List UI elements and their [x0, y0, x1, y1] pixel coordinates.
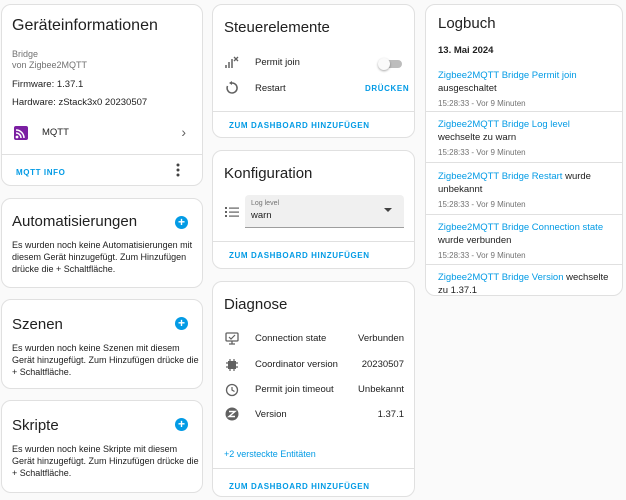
add-automation-button[interactable]: +	[175, 216, 188, 229]
hidden-entities-link[interactable]: +2 versteckte Entitäten	[224, 449, 316, 459]
zigbee-icon	[225, 407, 239, 421]
mqtt-integration-row[interactable]: MQTT ›	[2, 121, 202, 145]
format-list-icon	[225, 207, 239, 217]
diag-row-value: Unbekannt	[358, 384, 404, 395]
logbook-entry-text: ausgeschaltet	[438, 83, 497, 94]
diagnostics-add-to-dashboard-button[interactable]: ZUM DASHBOARD HINZUFÜGEN	[229, 482, 370, 491]
permit-join-toggle[interactable]	[378, 58, 402, 70]
logbook-title: Logbuch	[438, 15, 496, 32]
configuration-title: Konfiguration	[224, 165, 313, 182]
automations-card: Automatisierungen + Es wurden noch keine…	[1, 198, 203, 288]
mqtt-icon	[14, 126, 28, 140]
logbook-entity-link[interactable]: Zigbee2MQTT Bridge Log level	[438, 119, 570, 130]
device-hardware: Hardware: zStack3x0 20230507	[12, 97, 148, 108]
diag-row-value: 20230507	[361, 359, 404, 370]
permit-join-icon	[225, 56, 239, 68]
scenes-title: Szenen	[12, 316, 63, 333]
controls-title: Steuerelemente	[224, 19, 330, 36]
mqtt-info-button[interactable]: MQTT INFO	[16, 168, 65, 177]
automations-empty-text: Es wurden noch keine Automatisierungen m…	[12, 240, 193, 274]
add-scene-button[interactable]: +	[175, 317, 188, 330]
diag-row-value: 1.37.1	[377, 409, 404, 420]
divider	[213, 111, 414, 112]
device-info-title: Geräteinformationen	[12, 17, 158, 34]
log-level-value: warn	[251, 210, 272, 221]
automations-title: Automatisierungen	[12, 213, 138, 230]
logbook-entry-text: wechselte zu warn	[438, 132, 517, 143]
log-level-caption: Log level	[251, 200, 280, 207]
controls-card: Steuerelemente Permit join Restart DRÜCK…	[212, 4, 415, 138]
scripts-empty-text: Es wurden noch keine Skripte mit diesem …	[12, 444, 199, 478]
diag-row-label: Connection state	[255, 333, 327, 344]
add-script-button[interactable]: +	[175, 418, 188, 431]
chevron-right-icon: ›	[181, 124, 186, 140]
scenes-empty-text: Es wurden noch keine Szenen mit diesem G…	[12, 343, 199, 377]
logbook-entry: Zigbee2MQTT Bridge Connection state wurd…	[438, 221, 614, 262]
diag-row-label: Version	[255, 409, 287, 420]
dropdown-arrow-icon	[384, 208, 392, 212]
diag-row-label: Permit join timeout	[255, 384, 334, 395]
timer-icon	[225, 383, 239, 397]
logbook-entry-time: 15:28:33 - Vor 9 Minuten	[438, 148, 526, 157]
log-level-select[interactable]: Log level warn	[245, 195, 404, 228]
divider	[2, 154, 202, 155]
device-info-card: Geräteinformationen Bridge von Zigbee2MQ…	[1, 4, 203, 186]
divider	[426, 264, 622, 265]
controls-add-to-dashboard-button[interactable]: ZUM DASHBOARD HINZUFÜGEN	[229, 121, 370, 130]
logbook-entry-time: 15:28:33 - Vor 9 Minuten	[438, 200, 526, 209]
device-manufacturer: von Zigbee2MQTT	[12, 60, 88, 70]
scripts-title: Skripte	[12, 417, 59, 434]
divider	[213, 468, 414, 469]
restart-icon	[226, 81, 238, 94]
divider	[213, 241, 414, 242]
logbook-entry: Zigbee2MQTT Bridge Permit join ausgescha…	[438, 69, 614, 110]
scenes-card: Szenen + Es wurden noch keine Szenen mit…	[1, 299, 203, 389]
divider	[426, 214, 622, 215]
logbook-entry: Zigbee2MQTT Bridge Restart wurde unbekan…	[438, 170, 614, 211]
logbook-entity-link[interactable]: Zigbee2MQTT Bridge Restart	[438, 171, 562, 182]
logbook-entity-link[interactable]: Zigbee2MQTT Bridge Permit join	[438, 70, 577, 81]
logbook-entry-text: wurde verbunden	[438, 235, 512, 246]
mqtt-integration-label: MQTT	[42, 127, 69, 138]
logbook-entity-link[interactable]: Zigbee2MQTT Bridge Connection state	[438, 222, 603, 233]
logbook-entity-link[interactable]: Zigbee2MQTT Bridge Version	[438, 272, 564, 283]
divider	[426, 162, 622, 163]
logbook-date: 13. Mai 2024	[438, 45, 494, 56]
configuration-card: Konfiguration Log level warn ZUM DASHBOA…	[212, 150, 415, 269]
configuration-add-to-dashboard-button[interactable]: ZUM DASHBOARD HINZUFÜGEN	[229, 251, 370, 260]
scripts-card: Skripte + Es wurden noch keine Skripte m…	[1, 400, 203, 493]
permit-join-label: Permit join	[255, 57, 300, 68]
diagnostics-title: Diagnose	[224, 296, 288, 313]
lan-connect-icon	[225, 332, 239, 345]
restart-press-button[interactable]: DRÜCKEN	[365, 84, 409, 93]
diagnostics-card: Diagnose Connection state Verbunden Coor…	[212, 281, 415, 497]
logbook-entry-time: 15:28:33 - Vor 9 Minuten	[438, 99, 526, 108]
logbook-entry: Zigbee2MQTT Bridge Log level wechselte z…	[438, 118, 614, 159]
more-vert-icon[interactable]	[172, 161, 184, 179]
logbook-entry-time: 15:28:33 - Vor 9 Minuten	[438, 251, 526, 260]
diag-row-label: Coordinator version	[255, 359, 338, 370]
diag-row-value: Verbunden	[358, 333, 404, 344]
divider	[426, 111, 622, 112]
chip-icon	[226, 359, 238, 371]
logbook-card: Logbuch 13. Mai 2024 Zigbee2MQTT Bridge …	[425, 4, 623, 296]
device-type: Bridge	[12, 49, 39, 59]
restart-label: Restart	[255, 83, 286, 94]
device-firmware: Firmware: 1.37.1	[12, 79, 84, 90]
logbook-entry: Zigbee2MQTT Bridge Version wechselte zu …	[438, 271, 614, 295]
